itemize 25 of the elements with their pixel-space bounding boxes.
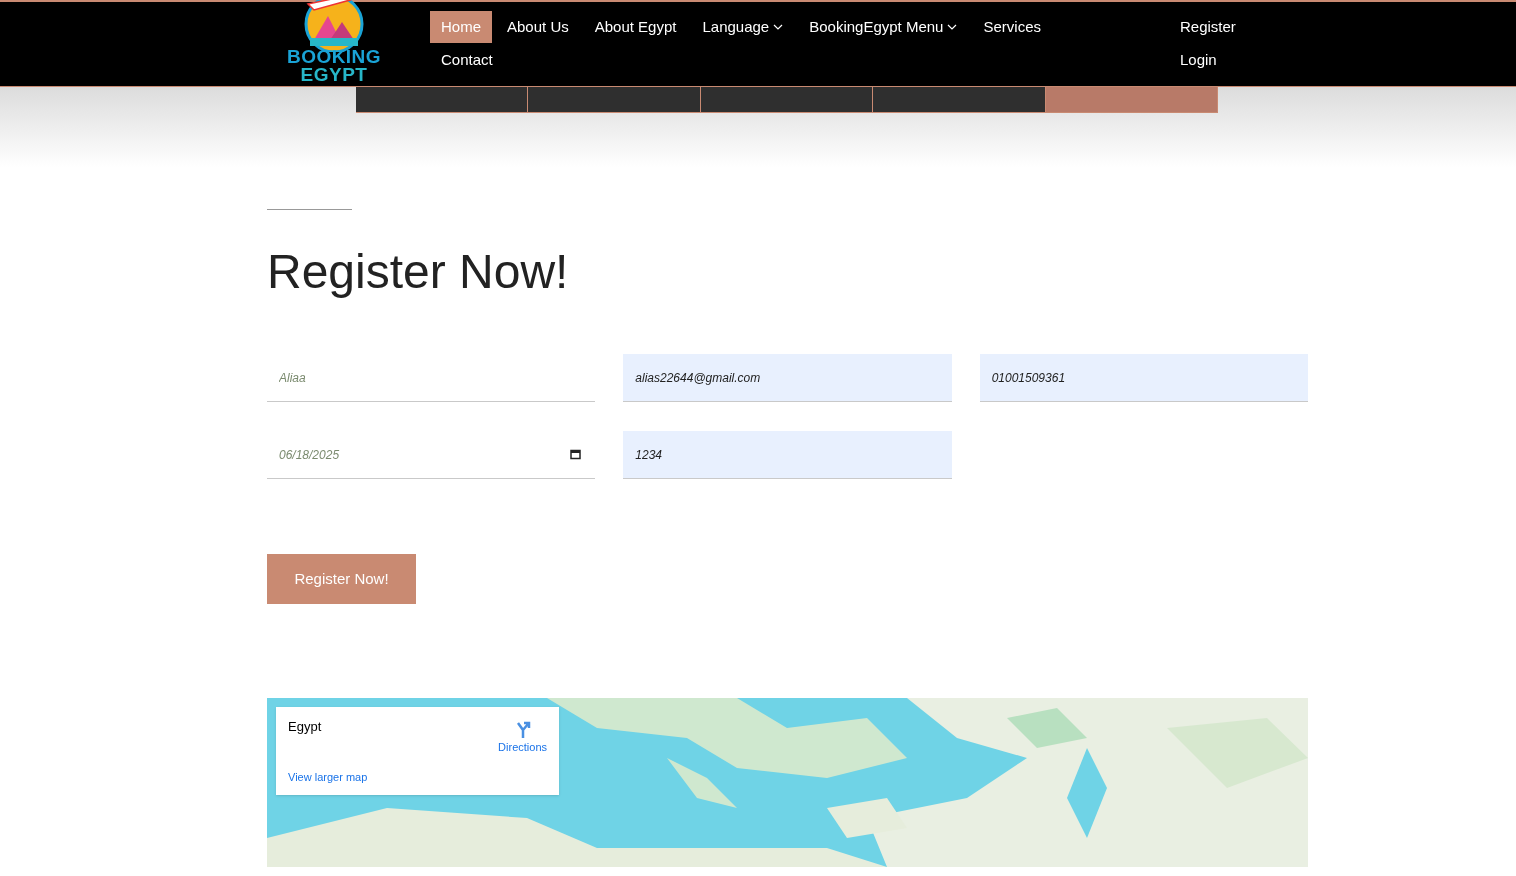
input-field[interactable]: alias22644@gmail.com — [623, 354, 952, 402]
directions-link[interactable]: Directions — [498, 717, 547, 757]
logo-text: EGYPT — [300, 66, 368, 84]
logo-text: BOOKING — [286, 48, 382, 66]
strip-tab[interactable] — [873, 87, 1046, 113]
input-field[interactable]: 1234 — [623, 431, 952, 479]
place-name: Egypt — [288, 718, 323, 736]
page-title: Register Now! — [267, 248, 570, 296]
view-larger-map-link[interactable]: View larger map — [288, 768, 368, 785]
nav-link[interactable]: BookingEgypt Menu — [798, 11, 969, 43]
account-link[interactable]: Register — [1180, 11, 1236, 43]
nav-link[interactable]: Language — [691, 11, 795, 43]
nav-link[interactable]: Contact — [430, 44, 504, 76]
nav-link[interactable]: Services — [972, 11, 1052, 43]
nav-link[interactable]: About Us — [496, 11, 580, 43]
logo-icon — [302, 0, 366, 52]
strip-tab[interactable] — [356, 87, 529, 113]
calendar-icon[interactable] — [570, 449, 582, 460]
nav-link[interactable]: About Egypt — [583, 11, 688, 43]
strip-tab[interactable] — [700, 87, 874, 113]
account-link[interactable]: Login — [1180, 44, 1236, 76]
input-field[interactable]: 01001509361 — [979, 354, 1308, 402]
chevron-down-icon — [947, 24, 958, 30]
chevron-down-icon — [773, 24, 784, 30]
strip-tab[interactable] — [528, 87, 701, 113]
